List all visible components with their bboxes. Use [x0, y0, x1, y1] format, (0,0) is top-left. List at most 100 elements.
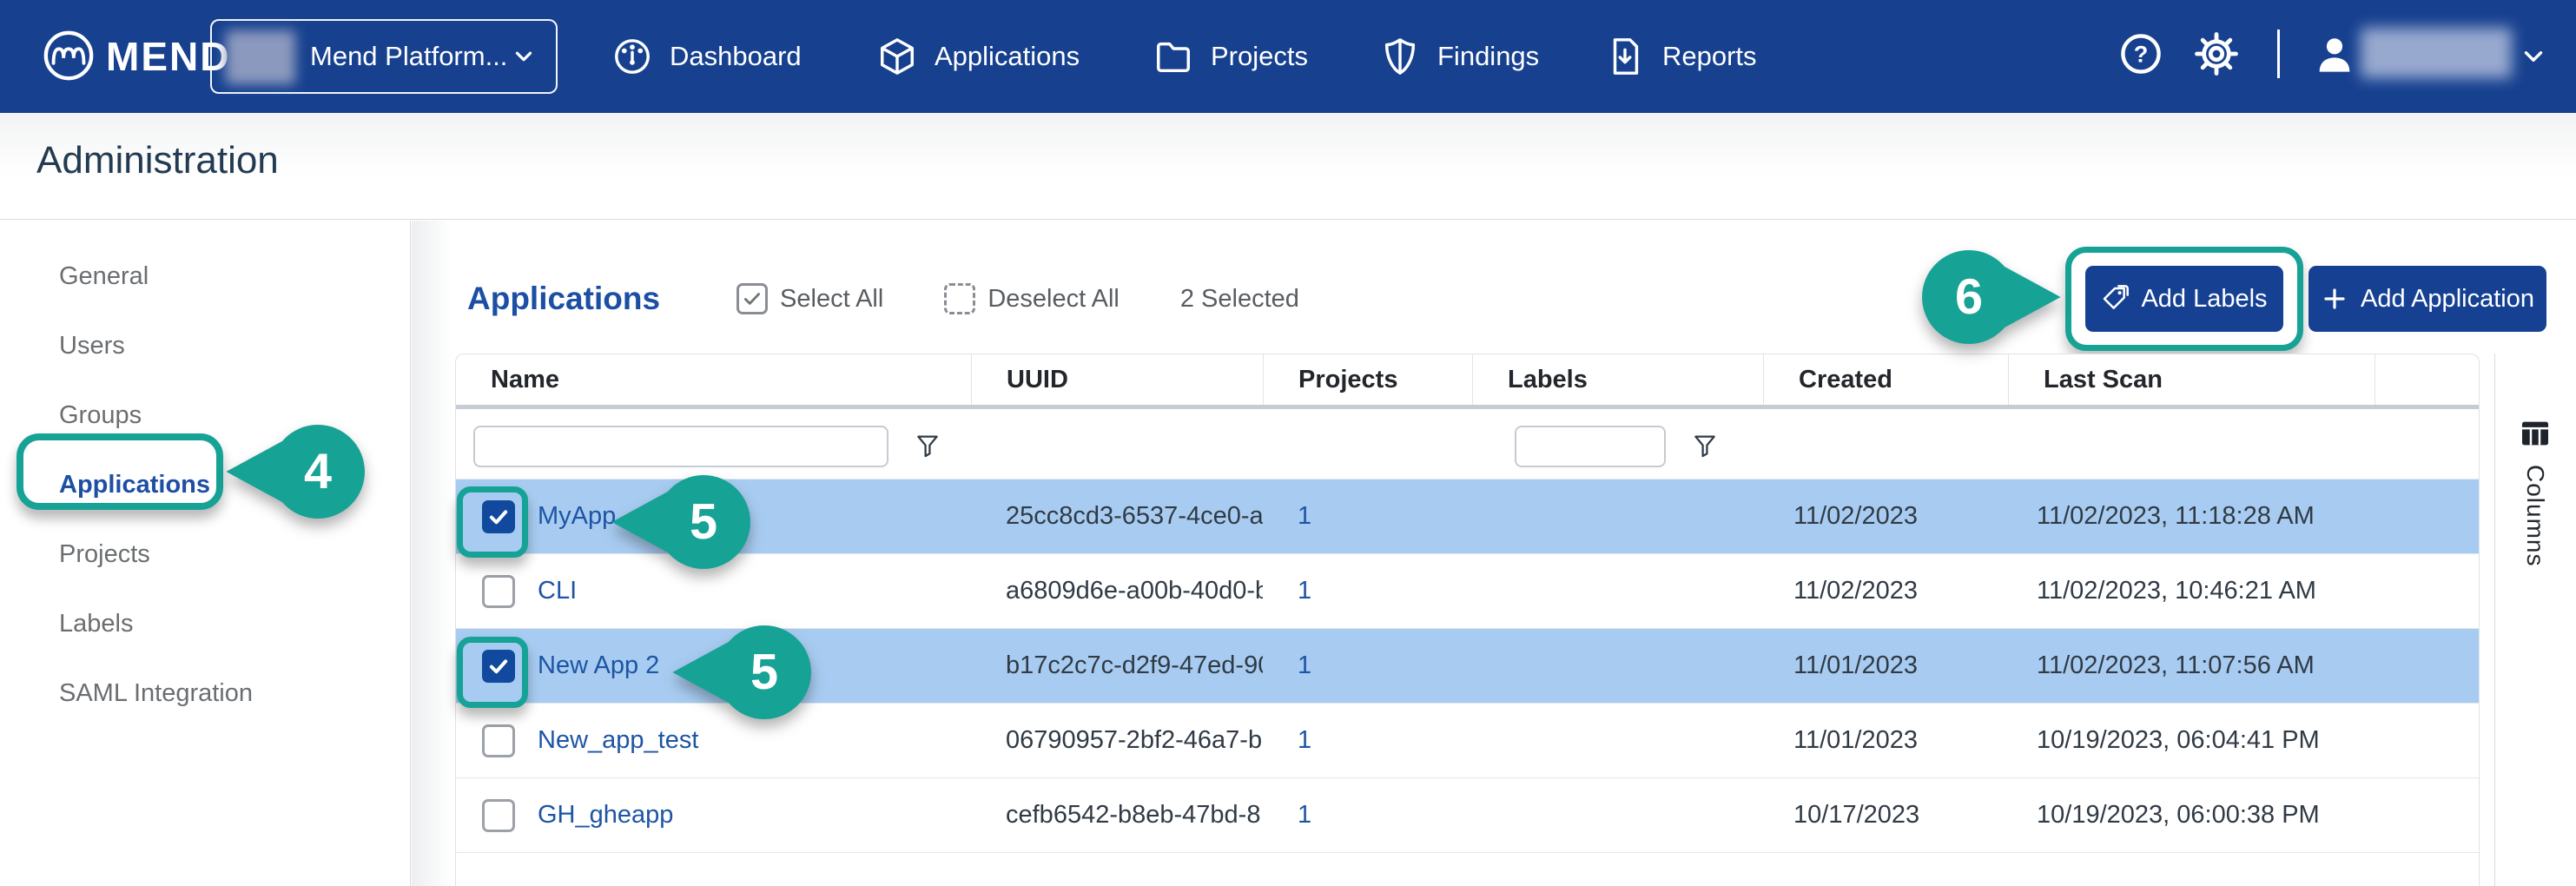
selected-count: 2 Selected [1180, 285, 1299, 314]
sidebar-item-saml-integration[interactable]: SAML Integration [0, 658, 410, 728]
created-cell: 11/02/2023 [1763, 577, 2008, 605]
last-scan-cell: 10/19/2023, 06:00:38 PM [2008, 801, 2375, 830]
table-filter-row [456, 405, 2479, 479]
nav-label: Dashboard [670, 41, 802, 72]
name-filter-input[interactable] [473, 426, 888, 467]
created-cell: 10/17/2023 [1763, 801, 2008, 830]
main-content: Applications Select All Deselect All 2 S… [412, 221, 2576, 886]
user-avatar-icon [2312, 31, 2357, 76]
nav-label: Applications [935, 41, 1080, 72]
columns-panel-tab[interactable]: Columns [2494, 354, 2576, 886]
section-heading: Applications [467, 281, 660, 317]
table-row[interactable]: New_app_test 06790957-2bf2-46a7-b 1 11/0… [456, 704, 2479, 778]
username-blurred [2361, 28, 2512, 78]
row-checkbox-unchecked[interactable] [482, 724, 515, 757]
last-scan-cell: 11/02/2023, 10:46:21 AM [2008, 577, 2375, 605]
column-header-name[interactable]: Name [456, 354, 971, 405]
created-cell: 11/01/2023 [1763, 651, 2008, 680]
uuid-cell: 25cc8cd3-6537-4ce0-af [971, 502, 1263, 531]
tag-icon [2101, 285, 2129, 313]
app-name-link[interactable]: New App 2 [538, 651, 659, 680]
workspace-selector[interactable]: Mend Platform... [210, 19, 558, 94]
uuid-cell: 06790957-2bf2-46a7-b [971, 726, 1263, 755]
table-row[interactable]: New App 2 b17c2c7c-d2f9-47ed-90 1 11/01/… [456, 629, 2479, 704]
column-header-labels[interactable]: Labels [1472, 354, 1763, 405]
workspace-logo-blurred [226, 30, 295, 84]
row-checkbox-unchecked[interactable] [482, 575, 515, 608]
projects-count-link[interactable]: 1 [1263, 651, 1472, 680]
chevron-down-icon [511, 43, 537, 69]
page-header: Administration [0, 113, 2576, 220]
column-header-projects[interactable]: Projects [1263, 354, 1472, 405]
sidebar-item-labels[interactable]: Labels [0, 589, 410, 658]
applications-toolbar: Applications Select All Deselect All 2 S… [467, 268, 1299, 329]
workspace-label: Mend Platform... [310, 21, 507, 92]
projects-count-link[interactable]: 1 [1263, 726, 1472, 755]
add-application-button[interactable]: Add Application [2308, 266, 2546, 332]
last-scan-cell: 11/02/2023, 11:07:56 AM [2008, 651, 2375, 680]
nav-item-reports[interactable]: Reports [1605, 0, 1757, 113]
add-labels-button[interactable]: Add Labels [2085, 266, 2283, 332]
gear-icon[interactable] [2194, 31, 2239, 76]
labels-filter-funnel-icon[interactable] [1690, 432, 1720, 461]
svg-text:?: ? [2134, 41, 2149, 68]
nav-label: Findings [1437, 41, 1539, 72]
nav-item-findings[interactable]: Findings [1380, 0, 1539, 113]
row-checkbox-checked[interactable] [482, 500, 515, 533]
table-row[interactable]: MyApp 25cc8cd3-6537-4ce0-af 1 11/02/2023… [456, 479, 2479, 554]
last-scan-cell: 11/02/2023, 11:18:28 AM [2008, 502, 2375, 531]
cube-icon [877, 36, 917, 76]
nav-item-dashboard[interactable]: Dashboard [612, 0, 802, 113]
dashboard-gauge-icon [612, 36, 652, 76]
table-header-row: Name UUID Projects Labels Created Last S… [456, 354, 2479, 405]
add-application-label: Add Application [2361, 285, 2534, 314]
table-row[interactable]: GH_gheapp cefb6542-b8eb-47bd-8 1 10/17/2… [456, 778, 2479, 853]
add-labels-label: Add Labels [2141, 285, 2267, 314]
nav-label: Reports [1662, 41, 1757, 72]
page-title: Administration [36, 139, 279, 182]
select-all-label: Select All [780, 285, 883, 314]
folder-icon [1153, 36, 1193, 76]
deselect-all-button[interactable]: Deselect All [944, 283, 1120, 314]
select-all-button[interactable]: Select All [736, 283, 883, 314]
nav-item-projects[interactable]: Projects [1153, 0, 1308, 113]
admin-sidebar: General Users Groups Applications Projec… [0, 221, 411, 886]
row-checkbox-unchecked[interactable] [482, 799, 515, 832]
uuid-cell: b17c2c7c-d2f9-47ed-90 [971, 651, 1263, 680]
applications-table: Name UUID Projects Labels Created Last S… [455, 354, 2480, 886]
projects-count-link[interactable]: 1 [1263, 577, 1472, 605]
app-name-link[interactable]: New_app_test [538, 726, 698, 755]
app-name-link[interactable]: CLI [538, 577, 577, 605]
mend-logo-icon [42, 29, 96, 83]
sidebar-item-groups[interactable]: Groups [0, 380, 410, 450]
projects-count-link[interactable]: 1 [1263, 502, 1472, 531]
column-header-created[interactable]: Created [1763, 354, 2008, 405]
name-filter-funnel-icon[interactable] [913, 432, 942, 461]
uuid-cell: cefb6542-b8eb-47bd-8 [971, 801, 1263, 830]
deselect-all-icon [944, 283, 975, 314]
labels-filter-input[interactable] [1515, 426, 1666, 467]
sidebar-item-users[interactable]: Users [0, 311, 410, 380]
sidebar-item-projects[interactable]: Projects [0, 519, 410, 589]
column-header-spacer [2375, 354, 2479, 405]
sidebar-item-general[interactable]: General [0, 241, 410, 311]
uuid-cell: a6809d6e-a00b-40d0-b [971, 577, 1263, 605]
column-header-uuid[interactable]: UUID [971, 354, 1263, 405]
top-navbar: MEND Mend Platform... Dashboard Applicat… [0, 0, 2576, 113]
table-row[interactable]: CLI a6809d6e-a00b-40d0-b 1 11/02/2023 11… [456, 554, 2479, 629]
column-header-last-scan[interactable]: Last Scan [2008, 354, 2375, 405]
columns-icon [2516, 416, 2554, 451]
created-cell: 11/01/2023 [1763, 726, 2008, 755]
app-name-link[interactable]: GH_gheapp [538, 801, 673, 830]
sidebar-item-applications[interactable]: Applications [0, 450, 410, 519]
nav-label: Projects [1211, 41, 1308, 72]
nav-item-applications[interactable]: Applications [877, 0, 1080, 113]
app-name-link[interactable]: MyApp [538, 502, 616, 531]
user-menu-chevron-icon[interactable] [2519, 42, 2548, 71]
help-icon[interactable]: ? [2118, 31, 2163, 76]
row-checkbox-checked[interactable] [482, 650, 515, 683]
navbar-divider [2277, 30, 2280, 78]
projects-count-link[interactable]: 1 [1263, 801, 1472, 830]
callout-ring-add-labels: Add Labels [2065, 247, 2303, 351]
shield-icon [1380, 36, 1420, 76]
